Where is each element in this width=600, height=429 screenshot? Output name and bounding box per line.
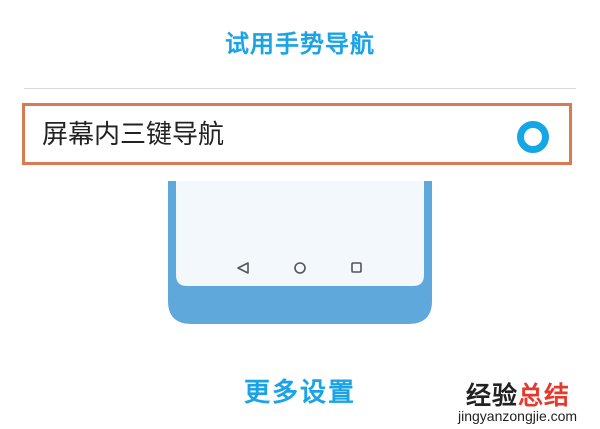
watermark-brand-red: 总结	[518, 381, 571, 410]
navigation-settings-screen: 试用手势导航 屏幕内三键导航 更多设置 经验总结 jingyanzongjie.…	[0, 0, 600, 429]
watermark-brand-black: 经验	[466, 381, 519, 410]
watermark-domain: jingyanzongjie.com	[458, 408, 578, 424]
divider	[24, 88, 576, 89]
three-key-navigation-option[interactable]: 屏幕内三键导航	[22, 103, 572, 165]
phone-navigation-illustration	[168, 181, 432, 324]
phone-screen	[176, 181, 424, 286]
option-label: 屏幕内三键导航	[42, 120, 225, 150]
watermark: 经验总结 jingyanzongjie.com	[450, 376, 600, 429]
try-gesture-navigation-link[interactable]: 试用手势导航	[0, 24, 600, 59]
radio-selected-icon[interactable]	[517, 121, 549, 153]
watermark-brand: 经验总结	[466, 376, 570, 412]
